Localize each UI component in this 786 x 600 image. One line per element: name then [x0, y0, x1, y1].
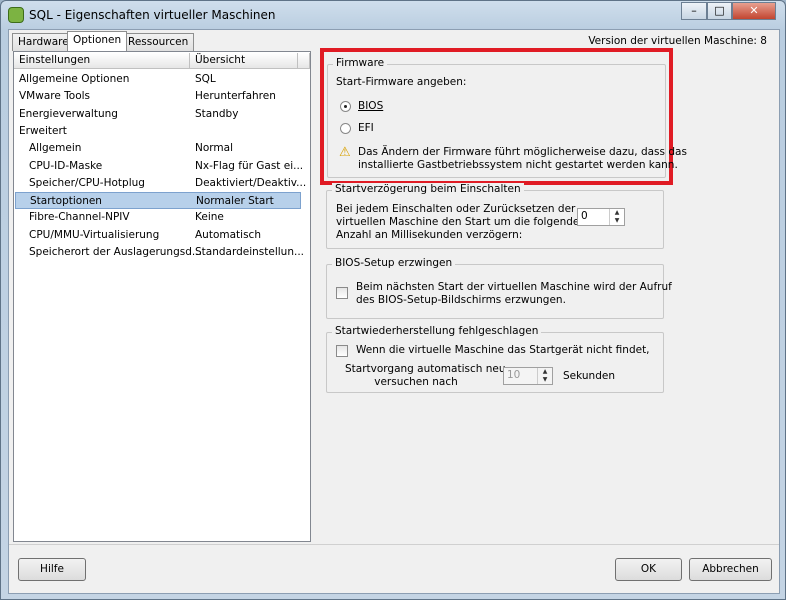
vm-app-icon — [8, 7, 24, 23]
settings-row[interactable]: Speicherort der Auslagerungsd... Standard… — [15, 244, 305, 261]
boot-recovery-label[interactable]: Wenn die virtuelle Maschine das Startger… — [356, 344, 650, 356]
bios-setup-group: BIOS-Setup erzwingen Beim nächsten Start… — [326, 257, 672, 319]
column-header-filler — [298, 53, 310, 69]
setting-name: Startoptionen — [30, 195, 102, 208]
setting-name: Energieverwaltung — [19, 107, 118, 120]
start-delay-text-2: virtuellen Maschine den Start um die fol… — [336, 216, 580, 228]
column-header-einstellungen[interactable]: Einstellungen — [14, 53, 190, 69]
firmware-legend: Firmware — [333, 57, 388, 69]
efi-radio[interactable] — [340, 123, 351, 134]
setting-value: Keine — [195, 211, 224, 224]
start-delay-text-3: Anzahl an Millisekunden verzögern: — [336, 229, 523, 241]
spinner-arrows-icon[interactable]: ▲ ▼ — [537, 368, 552, 384]
firmware-prompt: Start-Firmware angeben: — [336, 76, 467, 88]
retry-text-1: Startvorgang automatisch neu — [345, 363, 506, 375]
warning-line-2: installierte Gastbetriebssystem nicht ge… — [358, 159, 678, 171]
retry-text-2: versuchen nach — [374, 376, 458, 388]
setting-value: Automatisch — [195, 228, 261, 241]
cancel-button[interactable]: Abbrechen — [689, 558, 772, 581]
warning-icon: ⚠ — [339, 145, 351, 160]
settings-row[interactable]: Erweitert — [15, 123, 301, 140]
tab-optionen[interactable]: Optionen — [67, 31, 128, 51]
firmware-group: Firmware Start-Firmware angeben: BIOS EF… — [327, 57, 687, 178]
setting-value: Herunterfahren — [195, 90, 276, 103]
setting-value: Standardeinstellun... — [195, 246, 305, 258]
column-header-uebersicht[interactable]: Übersicht — [190, 53, 298, 69]
settings-row[interactable]: Allgemeine Optionen SQL — [15, 71, 301, 88]
settings-list[interactable]: Einstellungen Übersicht Allgemeine Optio… — [13, 51, 311, 542]
settings-row[interactable]: Speicher/CPU-Hotplug Deaktiviert/Deaktiv.… — [15, 175, 306, 192]
close-button[interactable]: ✕ — [732, 2, 776, 20]
efi-label[interactable]: EFI — [358, 122, 374, 134]
setting-value: Normaler Start — [196, 195, 274, 208]
boot-recovery-checkbox[interactable] — [336, 345, 348, 357]
retry-seconds-spinner[interactable]: 10 ▲ ▼ — [503, 367, 553, 385]
setting-name: Speicher/CPU-Hotplug — [29, 176, 145, 189]
bios-radio[interactable] — [340, 101, 351, 112]
delay-ms-value[interactable]: 0 — [581, 210, 588, 222]
tab-hardware[interactable]: Hardware — [12, 33, 75, 51]
dialog-client: Hardware Optionen Ressourcen Version der… — [8, 29, 780, 594]
settings-row[interactable]: Energieverwaltung Standby — [15, 106, 301, 123]
boot-recovery-group: Startwiederherstellung fehlgeschlagen We… — [326, 325, 664, 393]
tab-ressourcen[interactable]: Ressourcen — [122, 33, 195, 51]
setting-value: Nx-Flag für Gast ei... — [195, 159, 304, 172]
settings-row[interactable]: VMware Tools Herunterfahren — [15, 88, 301, 105]
setting-name: Fibre-Channel-NPIV — [29, 211, 130, 224]
settings-row[interactable]: Fibre-Channel-NPIV Keine — [15, 209, 301, 226]
setting-value: Normal — [195, 142, 233, 155]
settings-row[interactable]: Allgemein Normal — [15, 140, 301, 157]
spinner-arrows-icon[interactable]: ▲ ▼ — [609, 209, 624, 225]
delay-ms-spinner[interactable]: 0 ▲ ▼ — [577, 208, 625, 226]
setting-name: CPU-ID-Maske — [29, 159, 103, 172]
setting-name: VMware Tools — [19, 90, 91, 103]
dialog-window: SQL - Eigenschaften virtueller Maschinen… — [0, 0, 786, 600]
bios-setup-checkbox[interactable] — [336, 287, 348, 299]
settings-row[interactable]: CPU-ID-Maske Nx-Flag für Gast ei... — [15, 158, 304, 175]
ok-button[interactable]: OK — [615, 558, 682, 581]
setting-name: Erweitert — [19, 124, 67, 137]
vm-version: Version der virtuellen Maschine: 8 — [588, 35, 767, 47]
setting-value: Deaktiviert/Deaktiv... — [195, 176, 307, 189]
start-delay-legend: Startverzögerung beim Einschalten — [332, 183, 524, 195]
maximize-button[interactable]: □ — [707, 2, 732, 20]
bios-setup-text-1: Beim nächsten Start der virtuellen Masch… — [356, 281, 672, 293]
warning-line-1: Das Ändern der Firmware führt möglicherw… — [358, 146, 687, 158]
bios-setup-text-2: des BIOS-Setup-Bildschirms erzwungen. — [356, 294, 566, 306]
start-delay-text-1: Bei jedem Einschalten oder Zurücksetzen … — [336, 203, 576, 215]
setting-name: CPU/MMU-Virtualisierung — [29, 228, 160, 241]
setting-name: Speicherort der Auslagerungsd... — [29, 246, 202, 258]
bios-setup-legend: BIOS-Setup erzwingen — [332, 257, 456, 269]
help-button[interactable]: Hilfe — [18, 558, 86, 581]
setting-value: Standby — [195, 107, 239, 120]
start-delay-group: Startverzögerung beim Einschalten Bei je… — [326, 183, 664, 249]
boot-recovery-legend: Startwiederherstellung fehlgeschlagen — [332, 325, 542, 337]
settings-row[interactable]: CPU/MMU-Virtualisierung Automatisch — [15, 227, 301, 244]
bios-label[interactable]: BIOS — [358, 100, 383, 112]
retry-unit: Sekunden — [563, 370, 615, 382]
settings-row[interactable]: Startoptionen Normaler Start — [15, 192, 301, 210]
setting-name: Allgemein — [29, 142, 82, 155]
minimize-button[interactable]: – — [681, 2, 707, 20]
footer-divider — [9, 544, 779, 545]
window-title: SQL - Eigenschaften virtueller Maschinen — [29, 8, 276, 22]
setting-value: SQL — [195, 73, 216, 85]
setting-name: Allgemeine Optionen — [19, 73, 130, 85]
retry-seconds-value[interactable]: 10 — [507, 369, 520, 381]
